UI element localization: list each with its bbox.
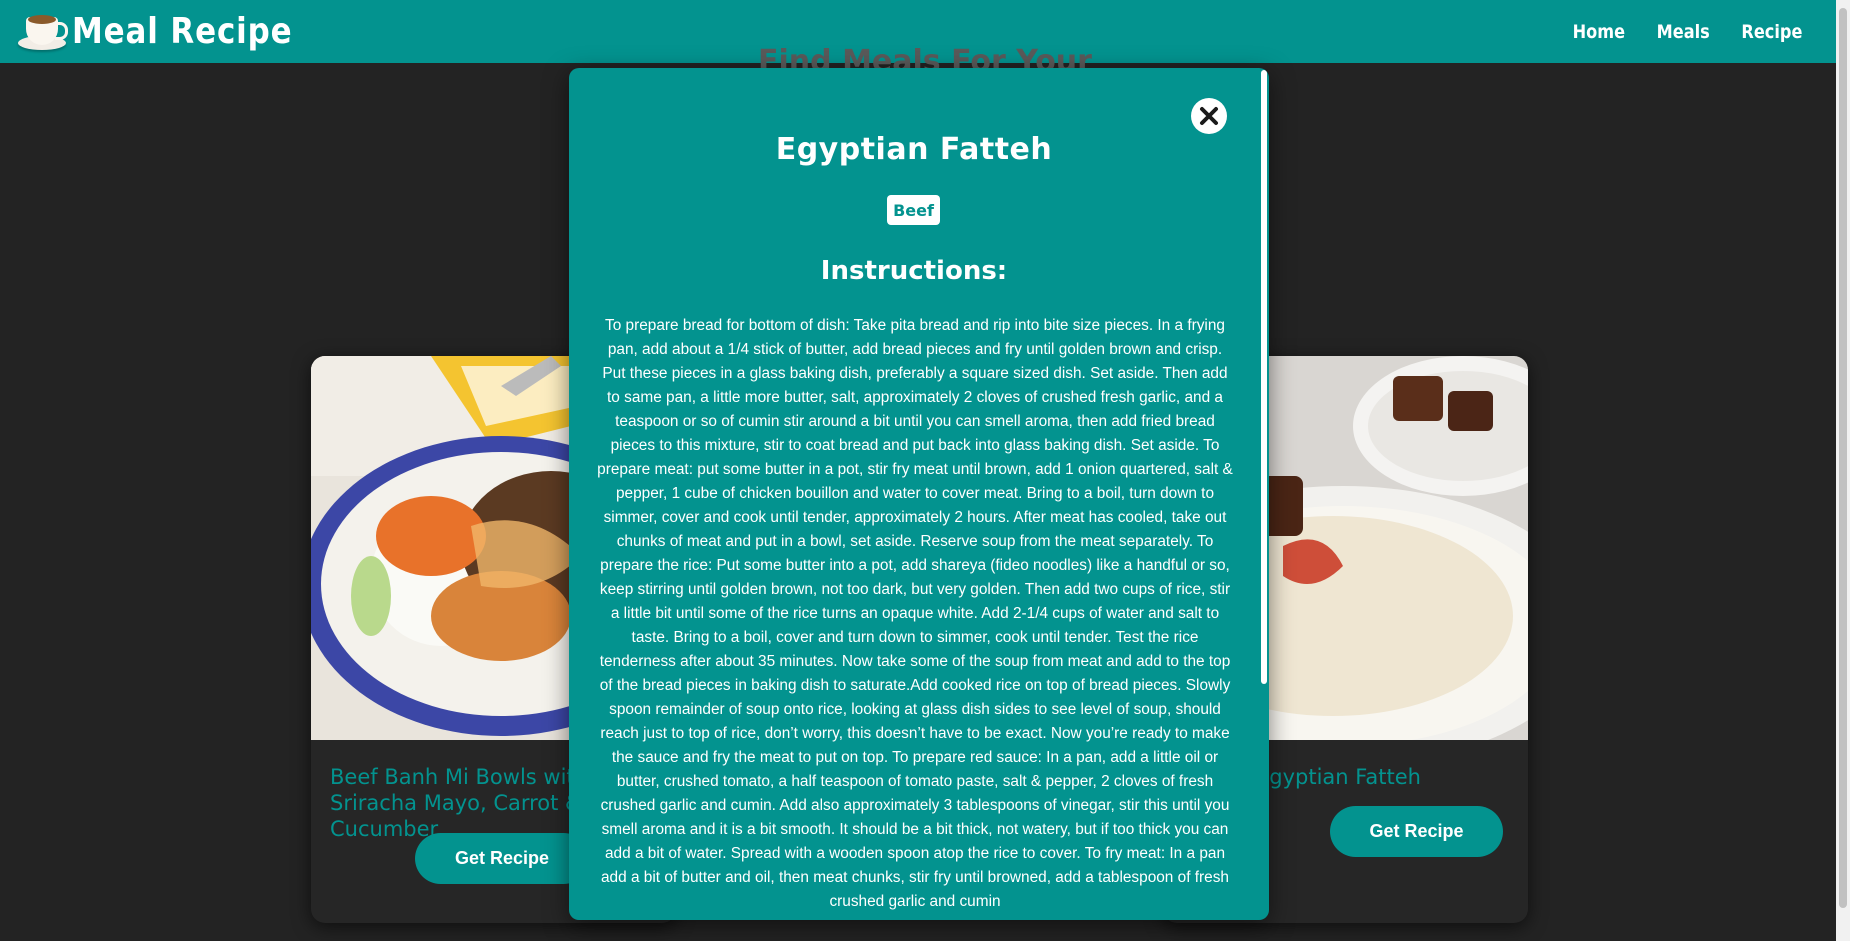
category-badge: Beef	[887, 195, 940, 225]
nav-link-meals[interactable]: Meals	[1656, 21, 1709, 43]
close-button[interactable]	[1191, 98, 1227, 134]
brand-title: Meal Recipe	[72, 11, 293, 52]
nav-links: Home Meals Recipe	[1568, 21, 1808, 43]
instructions-text: To prepare bread for bottom of dish: Tak…	[597, 317, 1233, 910]
meal-card-title: Egyptian Fatteh	[1256, 765, 1421, 789]
coffee-cup-icon	[16, 9, 68, 55]
modal-scrollbar[interactable]	[1259, 68, 1269, 920]
modal-title: Egyptian Fatteh	[775, 132, 1053, 167]
recipe-modal: Egyptian Fatteh Beef Instructions: To pr…	[569, 68, 1269, 920]
brand[interactable]: Meal Recipe	[16, 9, 328, 55]
nav-link-recipe[interactable]: Recipe	[1742, 21, 1803, 43]
modal-scrollbar-thumb[interactable]	[1261, 70, 1267, 684]
page-scrollbar[interactable]	[1836, 0, 1850, 941]
page-scrollbar-thumb[interactable]	[1839, 8, 1847, 908]
close-icon	[1200, 107, 1218, 125]
instructions-heading: Instructions:	[820, 256, 1008, 286]
get-recipe-button[interactable]: Get Recipe	[1330, 806, 1503, 857]
get-recipe-button[interactable]: Get Recipe	[415, 833, 589, 884]
nav-link-home[interactable]: Home	[1573, 21, 1625, 43]
